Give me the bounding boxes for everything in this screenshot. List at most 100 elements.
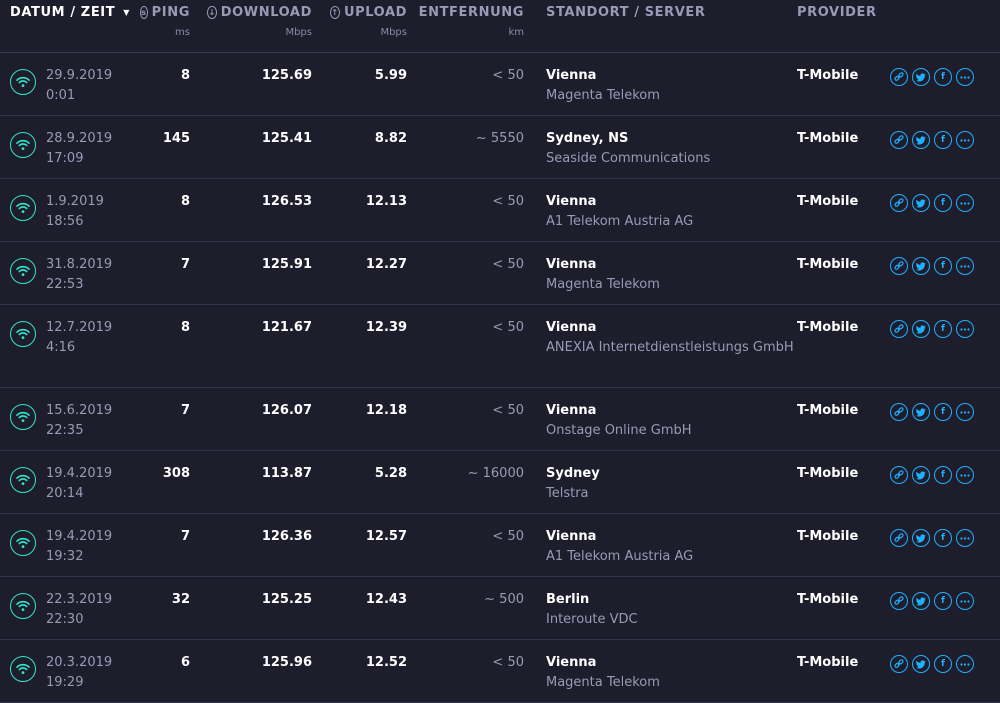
ping-value: 8 [180, 320, 190, 335]
twitter-icon[interactable] [912, 592, 930, 610]
link-icon[interactable] [890, 194, 908, 212]
twitter-icon[interactable] [912, 529, 930, 547]
twitter-icon[interactable] [912, 194, 930, 212]
header-server-label: STANDORT / SERVER [546, 5, 706, 20]
provider-value: T-Mobile [797, 466, 859, 481]
server-city: Berlin [546, 592, 590, 607]
facebook-icon[interactable]: f [934, 403, 952, 421]
facebook-icon[interactable]: f [934, 320, 952, 338]
sort-caret-icon: ▼ [123, 8, 130, 17]
facebook-icon[interactable]: f [934, 131, 952, 149]
table-row[interactable]: 15.6.2019 22:35 7 126.07 12.18 < 50 Vien… [0, 388, 1000, 451]
more-icon[interactable] [956, 257, 974, 275]
results-table: DATUM / ZEIT ▼ s PING ms ↓ DOWNLOAD Mbps ↑ U… [0, 0, 1000, 703]
table-row[interactable]: 20.3.2019 19:29 6 125.96 12.52 < 50 Vien… [0, 640, 1000, 703]
link-icon[interactable] [890, 466, 908, 484]
upload-value: 5.28 [374, 466, 407, 481]
more-icon[interactable] [956, 131, 974, 149]
header-upload[interactable]: ↑ UPLOAD Mbps [330, 5, 407, 38]
header-distance[interactable]: ENTFERNUNG km [419, 5, 524, 38]
server-city: Vienna [546, 529, 597, 544]
table-row[interactable]: 12.7.2019 4:16 8 121.67 12.39 < 50 Vienn… [0, 305, 1000, 388]
header-date[interactable]: DATUM / ZEIT ▼ [10, 5, 130, 20]
facebook-icon[interactable]: f [934, 466, 952, 484]
header-ping[interactable]: s PING ms [140, 5, 190, 38]
twitter-icon[interactable] [912, 655, 930, 673]
table-row[interactable]: 28.9.2019 17:09 145 125.41 8.82 ~ 5550 S… [0, 116, 1000, 179]
facebook-icon[interactable]: f [934, 655, 952, 673]
provider-value: T-Mobile [797, 529, 859, 544]
server-isp: Interoute VDC [546, 612, 638, 627]
link-icon[interactable] [890, 592, 908, 610]
wifi-icon [10, 467, 36, 493]
more-icon[interactable] [956, 655, 974, 673]
facebook-icon[interactable]: f [934, 194, 952, 212]
more-icon[interactable] [956, 466, 974, 484]
link-icon[interactable] [890, 131, 908, 149]
table-row[interactable]: 22.3.2019 22:30 32 125.25 12.43 ~ 500 Be… [0, 577, 1000, 640]
distance-value: ~ 5550 [475, 131, 524, 146]
twitter-icon[interactable] [912, 403, 930, 421]
table-row[interactable]: 19.4.2019 20:14 308 113.87 5.28 ~ 16000 … [0, 451, 1000, 514]
twitter-icon[interactable] [912, 320, 930, 338]
header-download[interactable]: ↓ DOWNLOAD Mbps [207, 5, 312, 38]
more-icon[interactable] [956, 529, 974, 547]
more-icon[interactable] [956, 592, 974, 610]
server-cell: Vienna Magenta Telekom [546, 66, 796, 106]
distance-value: < 50 [492, 320, 524, 335]
wifi-icon [10, 258, 36, 284]
distance-value: < 50 [492, 655, 524, 670]
table-row[interactable]: 31.8.2019 22:53 7 125.91 12.27 < 50 Vien… [0, 242, 1000, 305]
server-isp: A1 Telekom Austria AG [546, 549, 694, 564]
server-cell: Vienna A1 Telekom Austria AG [546, 527, 796, 567]
wifi-icon [10, 132, 36, 158]
date-cell: 20.3.2019 19:29 [46, 653, 112, 693]
result-time: 4:16 [46, 340, 76, 355]
twitter-icon[interactable] [912, 68, 930, 86]
link-icon[interactable] [890, 320, 908, 338]
link-icon[interactable] [890, 655, 908, 673]
wifi-icon [10, 321, 36, 347]
link-icon[interactable] [890, 257, 908, 275]
provider-value: T-Mobile [797, 592, 859, 607]
more-icon[interactable] [956, 320, 974, 338]
upload-value: 12.18 [365, 403, 407, 418]
provider-value: T-Mobile [797, 131, 859, 146]
row-actions: f [890, 68, 974, 86]
header-server[interactable]: STANDORT / SERVER [546, 5, 706, 20]
more-icon[interactable] [956, 68, 974, 86]
row-actions: f [890, 592, 974, 610]
more-icon[interactable] [956, 403, 974, 421]
distance-value: < 50 [492, 529, 524, 544]
result-time: 18:56 [46, 214, 84, 229]
facebook-icon[interactable]: f [934, 529, 952, 547]
ping-value: 6 [180, 655, 190, 670]
twitter-icon[interactable] [912, 466, 930, 484]
facebook-icon[interactable]: f [934, 68, 952, 86]
link-icon[interactable] [890, 68, 908, 86]
server-cell: Berlin Interoute VDC [546, 590, 796, 630]
download-value: 126.36 [261, 529, 312, 544]
date-cell: 12.7.2019 4:16 [46, 318, 112, 358]
provider-value: T-Mobile [797, 403, 859, 418]
table-row[interactable]: 19.4.2019 19:32 7 126.36 12.57 < 50 Vien… [0, 514, 1000, 577]
provider-value: T-Mobile [797, 320, 859, 335]
twitter-icon[interactable] [912, 257, 930, 275]
more-icon[interactable] [956, 194, 974, 212]
facebook-icon[interactable]: f [934, 592, 952, 610]
result-date: 12.7.2019 [46, 320, 113, 335]
distance-value: < 50 [492, 403, 524, 418]
header-provider[interactable]: PROVIDER [797, 5, 877, 20]
wifi-icon [10, 195, 36, 221]
link-icon[interactable] [890, 403, 908, 421]
facebook-icon[interactable]: f [934, 257, 952, 275]
upload-value: 8.82 [374, 131, 407, 146]
upload-value: 12.57 [365, 529, 407, 544]
twitter-icon[interactable] [912, 131, 930, 149]
table-row[interactable]: 29.9.2019 0:01 8 125.69 5.99 < 50 Vienna… [0, 53, 1000, 116]
row-actions: f [890, 655, 974, 673]
link-icon[interactable] [890, 529, 908, 547]
download-value: 125.69 [261, 68, 312, 83]
upload-value: 12.13 [365, 194, 407, 209]
table-row[interactable]: 1.9.2019 18:56 8 126.53 12.13 < 50 Vienn… [0, 179, 1000, 242]
